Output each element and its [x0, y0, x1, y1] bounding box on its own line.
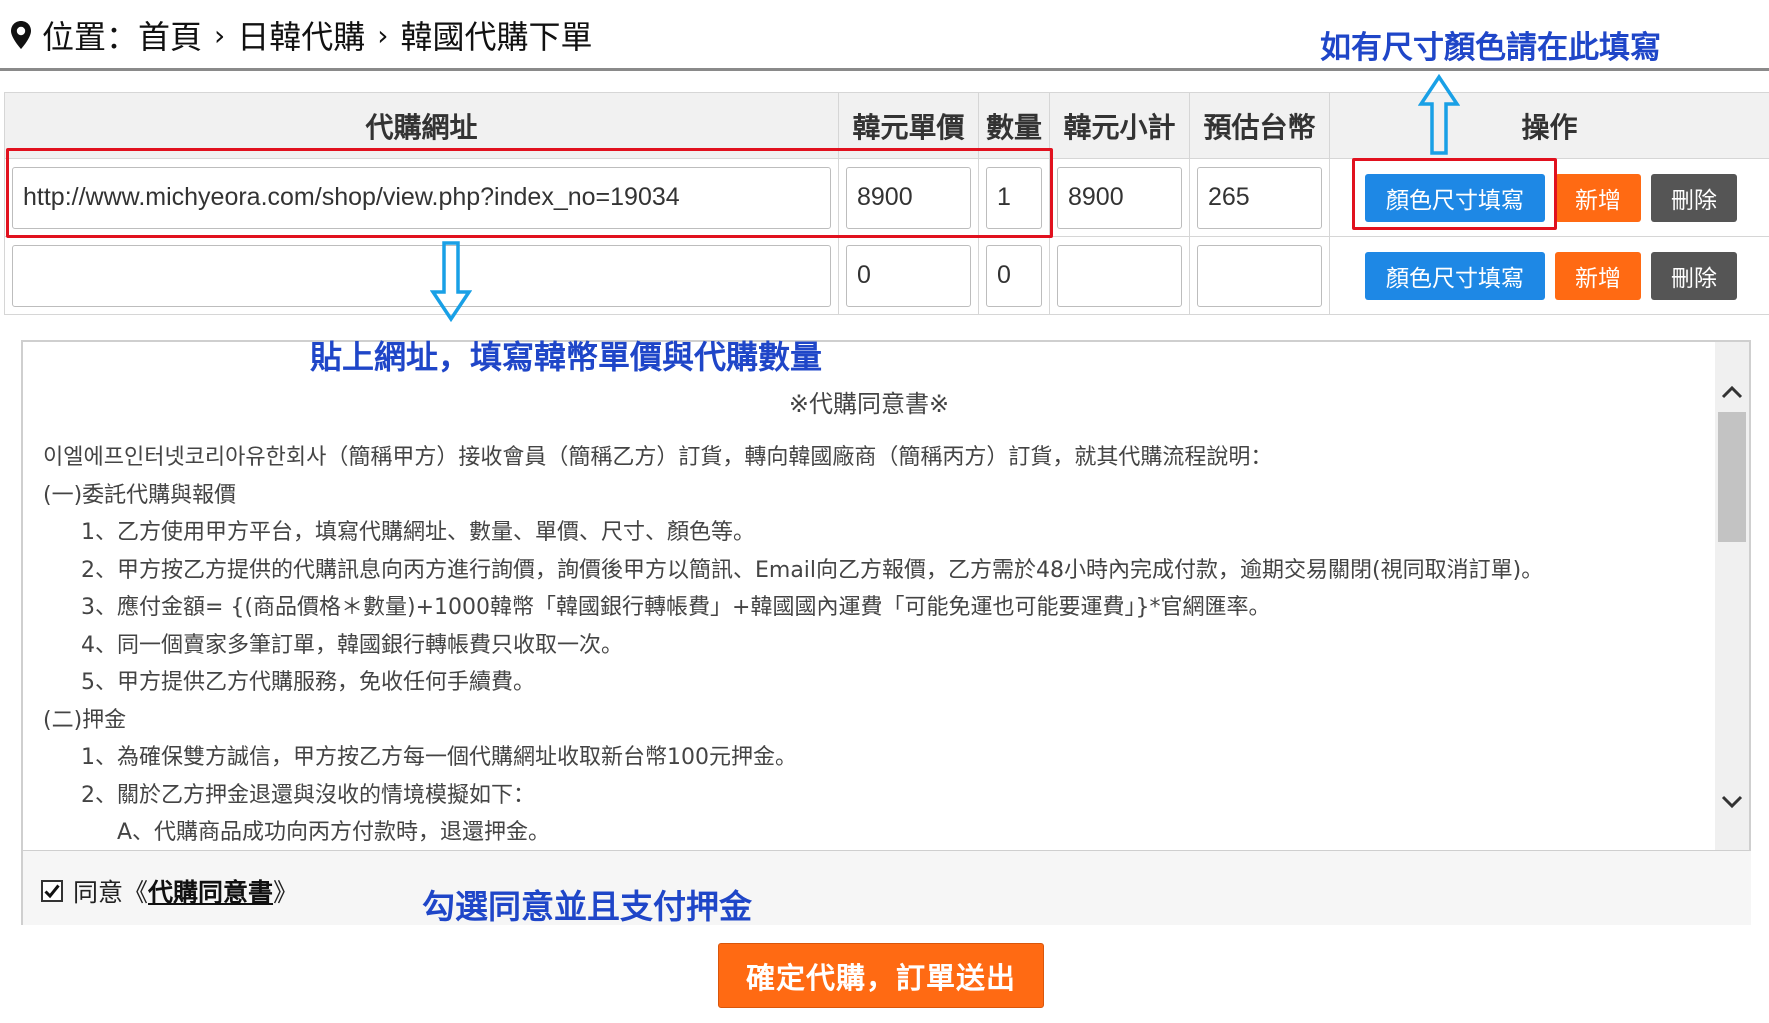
- url-input[interactable]: [12, 244, 831, 307]
- color-size-button[interactable]: 顏色尺寸填寫: [1365, 251, 1545, 300]
- price-cell: [838, 158, 979, 237]
- price-input[interactable]: [846, 244, 971, 307]
- header-url: 代購網址: [4, 92, 839, 159]
- agree-suffix: 》: [273, 878, 299, 907]
- price-cell: [838, 236, 979, 315]
- url-input[interactable]: [12, 166, 831, 229]
- order-table: 代購網址 韓元單價 數量 韓元小計 預估台幣 操作 顏色尺寸填寫 新增 刪除: [4, 92, 1769, 315]
- header-krw-subtotal: 韓元小計: [1049, 92, 1190, 159]
- url-cell: [4, 236, 839, 315]
- agreement-line: 1、為確保雙方誠信，甲方按乙方每一個代購網址收取新台幣100元押金。: [81, 745, 797, 770]
- delete-row-button[interactable]: 刪除: [1651, 251, 1737, 300]
- qty-cell: [978, 158, 1050, 237]
- arrow-down-icon: [430, 241, 472, 322]
- twd-cell: [1189, 236, 1330, 315]
- header-divider: [0, 68, 1769, 71]
- table-row: 顏色尺寸填寫 新增 刪除: [4, 158, 1769, 237]
- agreement-section-heading: (一)委託代購與報價: [43, 482, 237, 508]
- agreement-content[interactable]: ※代購同意書※ 이엘에프인터넷코리아유한회사（簡稱甲方）接收會員（簡稱乙方）訂貨…: [23, 342, 1717, 850]
- chevron-down-icon: [1721, 795, 1743, 809]
- agreement-line: A、代購商品成功向丙方付款時，退還押金。: [117, 820, 551, 845]
- add-row-button[interactable]: 新增: [1555, 251, 1641, 300]
- subtotal-field[interactable]: [1057, 244, 1182, 307]
- agreement-section-heading: (二)押金: [43, 707, 127, 733]
- actions-cell: 顏色尺寸填寫 新增 刪除: [1329, 236, 1769, 315]
- url-cell: [4, 158, 839, 237]
- breadcrumb-separator: ›: [214, 18, 226, 52]
- agreement-line: 1、乙方使用甲方平台，填寫代購網址、數量、單價、尺寸、顏色等。: [81, 520, 755, 545]
- scroll-thumb[interactable]: [1718, 412, 1746, 542]
- breadcrumb-separator: ›: [377, 18, 389, 52]
- twd-cell: [1189, 158, 1330, 237]
- location-pin-icon: [11, 21, 31, 49]
- qty-cell: [978, 236, 1050, 315]
- header-actions: 操作: [1329, 92, 1769, 159]
- header-estimated-twd: 預估台幣: [1189, 92, 1330, 159]
- header-krw-price: 韓元單價: [838, 92, 979, 159]
- annotation-agree-deposit-note: 勾選同意並且支付押金: [422, 887, 752, 926]
- price-input[interactable]: [846, 166, 971, 229]
- annotation-paste-url-note: 貼上網址，填寫韓幣單價與代購數量: [310, 338, 823, 376]
- table-row: 顏色尺寸填寫 新增 刪除: [4, 236, 1769, 315]
- agreement-panel: ※代購同意書※ 이엘에프인터넷코리아유한회사（簡稱甲方）接收會員（簡稱乙方）訂貨…: [21, 340, 1751, 925]
- add-row-button[interactable]: 新增: [1555, 173, 1641, 222]
- breadcrumb-prefix: 位置：: [42, 18, 139, 56]
- agree-checkbox[interactable]: [41, 880, 63, 902]
- agree-checkbox-row[interactable]: 同意《 代購同意書 》: [41, 873, 298, 909]
- subtotal-cell: [1049, 236, 1190, 315]
- breadcrumb: 位置： 首頁 › 日韓代購 › 韓國代購下單: [10, 12, 592, 58]
- quantity-input[interactable]: [986, 166, 1042, 229]
- twd-field[interactable]: [1197, 166, 1322, 229]
- agreement-line: 이엘에프인터넷코리아유한회사（簡稱甲方）接收會員（簡稱乙方）訂貨，轉向韓國廠商（…: [43, 445, 1273, 470]
- color-size-button[interactable]: 顏色尺寸填寫: [1365, 173, 1545, 222]
- scroll-down-button[interactable]: [1715, 782, 1749, 822]
- agreement-scrollbar[interactable]: [1715, 342, 1749, 850]
- agreement-line: 5、甲方提供乙方代購服務，免收任何手續費。: [81, 670, 535, 695]
- delete-row-button[interactable]: 刪除: [1651, 173, 1737, 222]
- submit-order-button[interactable]: 確定代購，訂單送出: [718, 943, 1044, 1008]
- agreement-footer: 同意《 代購同意書 》: [23, 850, 1751, 925]
- agreement-link[interactable]: 代購同意書: [148, 873, 273, 909]
- agree-prefix: 同意《: [73, 878, 149, 907]
- agreement-title: ※代購同意書※: [788, 390, 950, 418]
- agreement-line: 4、同一個賣家多筆訂單，韓國銀行轉帳費只收取一次。: [81, 632, 623, 658]
- agreement-line: 2、甲方按乙方提供的代購訊息向丙方進行詢價，詢價後甲方以簡訊、Email向乙方報…: [81, 557, 1544, 583]
- table-header-row: 代購網址 韓元單價 數量 韓元小計 預估台幣 操作: [4, 92, 1769, 159]
- header-quantity: 數量: [978, 92, 1050, 159]
- agreement-line: 2、關於乙方押金退還與沒收的情境模擬如下：: [81, 782, 535, 808]
- annotation-size-color-note: 如有尺寸顏色請在此填寫: [1320, 30, 1661, 66]
- scroll-up-button[interactable]: [1715, 372, 1749, 412]
- subtotal-cell: [1049, 158, 1190, 237]
- quantity-input[interactable]: [986, 244, 1042, 307]
- chevron-up-icon: [1721, 385, 1743, 399]
- actions-cell: 顏色尺寸填寫 新增 刪除: [1329, 158, 1769, 237]
- agreement-line: 3、應付金額= {(商品價格＊數量)+1000韓幣「韓國銀行轉帳費」+韓國國內運…: [81, 595, 1271, 620]
- arrow-up-icon: [1418, 74, 1460, 155]
- twd-field[interactable]: [1197, 244, 1322, 307]
- breadcrumb-home[interactable]: 首頁: [138, 12, 202, 58]
- breadcrumb-japan-korea-purchase[interactable]: 日韓代購: [237, 12, 365, 58]
- subtotal-field[interactable]: [1057, 166, 1182, 229]
- breadcrumb-current-page: 韓國代購下單: [400, 18, 593, 56]
